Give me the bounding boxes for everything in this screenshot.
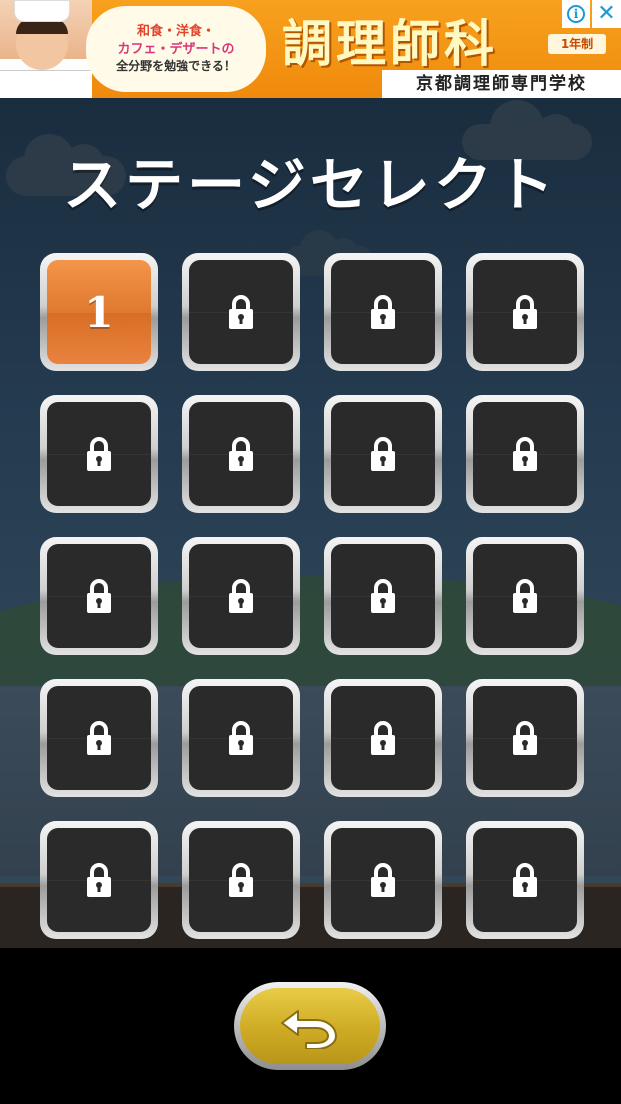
lock-icon [87, 437, 111, 471]
lock-icon [371, 863, 395, 897]
ad-bubble-line2: カフェ・デザートの [117, 41, 235, 57]
stage-tile-locked[interactable] [182, 537, 300, 655]
ad-close-button[interactable]: ✕ [592, 0, 621, 28]
ad-school-name: 京都調理師専門学校 [382, 70, 621, 98]
stage-tile-locked[interactable] [182, 679, 300, 797]
close-icon: ✕ [597, 1, 616, 26]
stage-tile-locked[interactable] [324, 395, 442, 513]
stage-tile-locked[interactable] [182, 821, 300, 939]
stage-tile-locked[interactable] [466, 679, 584, 797]
lock-icon [513, 295, 537, 329]
stage-tile-locked[interactable] [466, 253, 584, 371]
back-button[interactable] [234, 982, 386, 1070]
lock-icon [513, 721, 537, 755]
stage-tile-locked[interactable] [40, 537, 158, 655]
lock-icon [229, 437, 253, 471]
lock-icon [229, 863, 253, 897]
ad-badge: 1年制 [548, 34, 606, 54]
info-icon: i [567, 5, 585, 23]
lock-icon [513, 863, 537, 897]
lock-icon [87, 721, 111, 755]
stage-tile-locked[interactable] [466, 821, 584, 939]
stage-tile-locked[interactable] [182, 253, 300, 371]
lock-icon [229, 295, 253, 329]
stage-tile-locked[interactable] [324, 253, 442, 371]
page-title: ステージセレクト [63, 151, 558, 219]
lock-icon [229, 579, 253, 613]
lock-icon [513, 579, 537, 613]
ad-title: 調理師科 [282, 14, 498, 73]
ad-speech-bubble: 和食・洋食・ カフェ・デザートの 全分野を勉強できる！ [86, 6, 266, 92]
stage-tile-locked[interactable] [40, 679, 158, 797]
lock-icon [371, 579, 395, 613]
ad-chef-photo [0, 0, 92, 98]
lock-icon [371, 295, 395, 329]
lock-icon [513, 437, 537, 471]
stage-tile-locked[interactable] [324, 537, 442, 655]
lock-icon [371, 721, 395, 755]
stage-tile-locked[interactable] [40, 821, 158, 939]
ad-info-button[interactable]: i [562, 0, 590, 28]
ad-bubble-line3: 全分野を勉強できる！ [116, 59, 236, 74]
stage-tile-locked[interactable] [466, 537, 584, 655]
stage-number: 1 [84, 287, 114, 337]
stage-tile-locked[interactable] [40, 395, 158, 513]
lock-icon [87, 863, 111, 897]
stage-tile-1[interactable]: 1 [40, 253, 158, 371]
stage-tile-locked[interactable] [324, 679, 442, 797]
stage-select-scene: ステージセレクト 1 [0, 98, 621, 948]
lock-icon [229, 721, 253, 755]
lock-icon [371, 437, 395, 471]
back-arrow-icon [281, 1010, 337, 1049]
lock-icon [87, 579, 111, 613]
stage-tile-locked[interactable] [466, 395, 584, 513]
ad-bubble-line1: 和食・洋食・ [136, 24, 215, 40]
stage-tile-locked[interactable] [182, 395, 300, 513]
stage-tile-locked[interactable] [324, 821, 442, 939]
ad-banner[interactable]: 和食・洋食・ カフェ・デザートの 全分野を勉強できる！ 調理師科 1年制 京都調… [0, 0, 621, 98]
